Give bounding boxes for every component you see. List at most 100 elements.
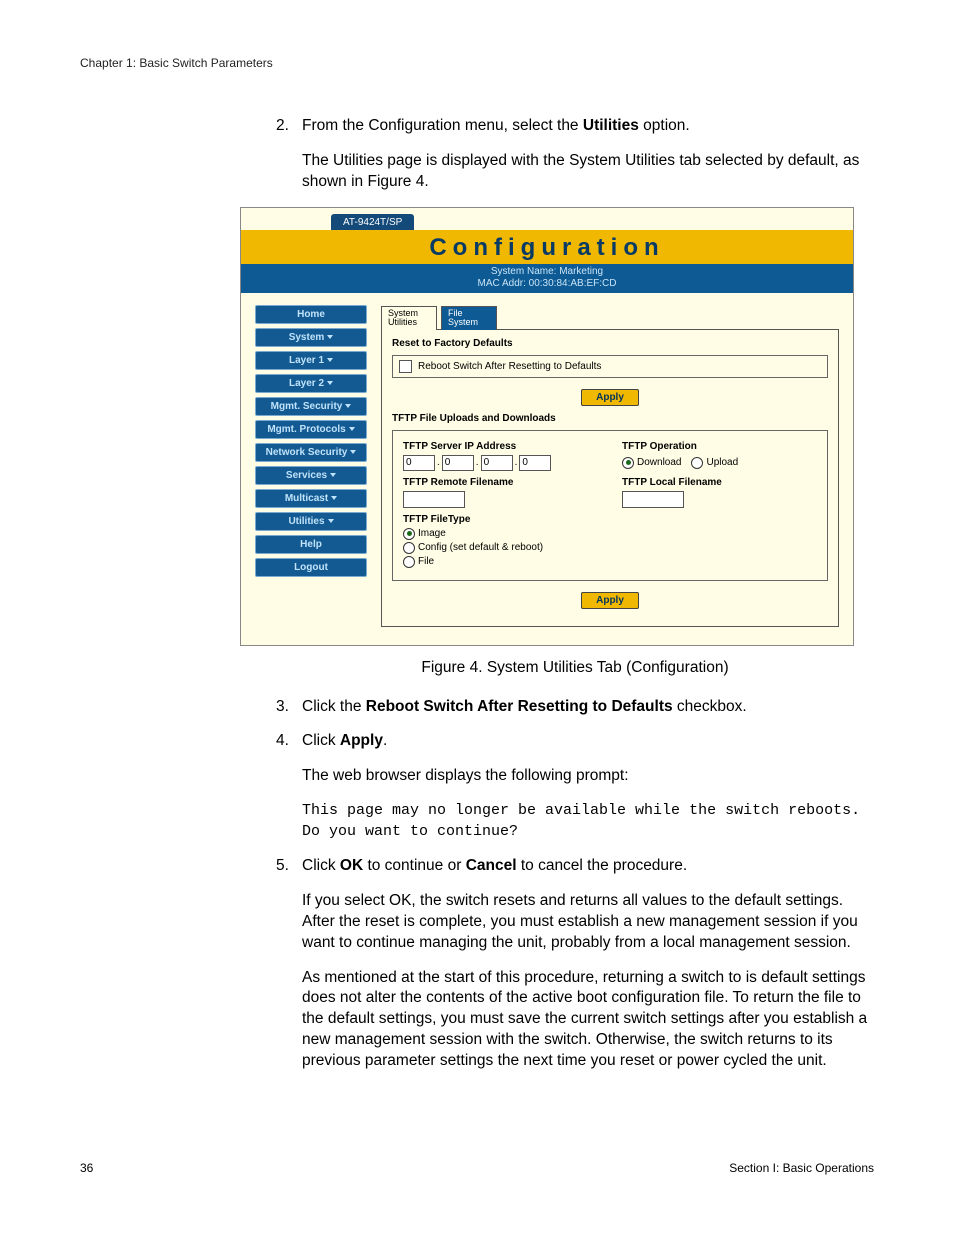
sub-tabs: System Utilities File System bbox=[381, 305, 839, 329]
tftp-ip-row: . . . bbox=[403, 455, 598, 471]
tftp-filetype-label: TFTP FileType bbox=[403, 514, 598, 525]
tftp-box: TFTP Server IP Address . . . bbox=[392, 430, 828, 581]
apply-button-tftp[interactable]: Apply bbox=[581, 592, 639, 609]
figure-caption: Figure 4. System Utilities Tab (Configur… bbox=[276, 658, 874, 679]
tab-line2: System bbox=[448, 318, 492, 327]
sidebar-item-label: Mgmt. Protocols bbox=[267, 424, 345, 435]
window-tab-row: AT-9424T/SP bbox=[241, 208, 853, 230]
radio-label: Image bbox=[418, 528, 446, 539]
chevron-down-icon bbox=[330, 473, 336, 477]
text: Click bbox=[302, 857, 340, 874]
dot: . bbox=[437, 457, 440, 468]
radio-icon bbox=[622, 457, 634, 469]
sidebar-item-network-security[interactable]: Network Security bbox=[255, 443, 367, 462]
step-2-para: The Utilities page is displayed with the… bbox=[302, 151, 874, 193]
tftp-local-label: TFTP Local Filename bbox=[622, 477, 817, 488]
page-number: 36 bbox=[80, 1161, 93, 1175]
apply-button-reset[interactable]: Apply bbox=[581, 389, 639, 406]
utilities-panel: Reset to Factory Defaults Reboot Switch … bbox=[381, 329, 839, 627]
sidebar: Home System Layer 1 Layer 2 Mgmt. Securi… bbox=[255, 305, 367, 627]
system-name: System Name: Marketing bbox=[241, 266, 853, 278]
tftp-ip-label: TFTP Server IP Address bbox=[403, 441, 598, 452]
sidebar-item-help[interactable]: Help bbox=[255, 535, 367, 554]
text: Click the bbox=[302, 698, 366, 715]
radio-icon bbox=[403, 556, 415, 568]
radio-label: File bbox=[418, 556, 434, 567]
tab-system-utilities[interactable]: System Utilities bbox=[381, 306, 437, 330]
sidebar-item-label: Multicast bbox=[285, 493, 328, 504]
bold: Reboot Switch After Resetting to Default… bbox=[366, 698, 673, 715]
filetype-config-row[interactable]: Config (set default & reboot) bbox=[403, 542, 598, 554]
bold: Utilities bbox=[583, 117, 639, 134]
bold: Apply bbox=[340, 732, 383, 749]
ip-octet-3[interactable] bbox=[481, 455, 513, 471]
text: to continue or bbox=[363, 857, 466, 874]
step-num: 3. bbox=[276, 697, 302, 718]
chevron-down-icon bbox=[327, 381, 333, 385]
chevron-down-icon bbox=[327, 335, 333, 339]
sidebar-item-mgmt-protocols[interactable]: Mgmt. Protocols bbox=[255, 420, 367, 439]
ip-octet-4[interactable] bbox=[519, 455, 551, 471]
radio-icon bbox=[691, 457, 703, 469]
bold: Cancel bbox=[466, 857, 517, 874]
ip-octet-2[interactable] bbox=[442, 455, 474, 471]
reboot-checkbox[interactable] bbox=[399, 360, 412, 373]
chevron-down-icon bbox=[331, 496, 337, 500]
reset-section-title: Reset to Factory Defaults bbox=[392, 338, 828, 349]
sidebar-item-multicast[interactable]: Multicast bbox=[255, 489, 367, 508]
sidebar-item-layer1[interactable]: Layer 1 bbox=[255, 351, 367, 370]
op-download-row[interactable]: Download bbox=[622, 457, 681, 469]
sidebar-item-logout[interactable]: Logout bbox=[255, 558, 367, 577]
step-num: 4. bbox=[276, 731, 302, 752]
chevron-down-icon bbox=[349, 427, 355, 431]
sidebar-item-label: Utilities bbox=[288, 516, 324, 527]
sidebar-item-home[interactable]: Home bbox=[255, 305, 367, 324]
section-label: Section I: Basic Operations bbox=[729, 1161, 874, 1175]
filetype-file-row[interactable]: File bbox=[403, 556, 598, 568]
tftp-remote-label: TFTP Remote Filename bbox=[403, 477, 598, 488]
sidebar-item-layer2[interactable]: Layer 2 bbox=[255, 374, 367, 393]
step-num: 2. bbox=[276, 116, 302, 137]
sidebar-item-label: Layer 2 bbox=[289, 378, 324, 389]
title-bar: Configuration bbox=[241, 230, 853, 264]
text: option. bbox=[639, 117, 690, 134]
reset-row: Reboot Switch After Resetting to Default… bbox=[392, 355, 828, 378]
text: to cancel the procedure. bbox=[517, 857, 688, 874]
dot: . bbox=[476, 457, 479, 468]
page-title: Configuration bbox=[429, 234, 664, 261]
text: checkbox. bbox=[673, 698, 747, 715]
main-panel: System Utilities File System Reset to Fa… bbox=[381, 305, 839, 627]
step-num: 5. bbox=[276, 856, 302, 877]
mac-addr: MAC Addr: 00:30:84:AB:EF:CD bbox=[241, 278, 853, 290]
chevron-down-icon bbox=[328, 519, 334, 523]
sidebar-item-label: System bbox=[289, 332, 325, 343]
dot: . bbox=[515, 457, 518, 468]
text: From the Configuration menu, select the bbox=[302, 117, 583, 134]
chevron-down-icon bbox=[345, 404, 351, 408]
radio-icon bbox=[403, 528, 415, 540]
radio-label: Download bbox=[637, 457, 681, 468]
op-upload-row[interactable]: Upload bbox=[691, 457, 738, 469]
tftp-local-input[interactable] bbox=[622, 491, 684, 508]
sidebar-item-label: Layer 1 bbox=[289, 355, 324, 366]
tftp-op-label: TFTP Operation bbox=[622, 441, 817, 452]
radio-icon bbox=[403, 542, 415, 554]
text: Click bbox=[302, 732, 340, 749]
device-tab[interactable]: AT-9424T/SP bbox=[331, 214, 414, 230]
tftp-section-title: TFTP File Uploads and Downloads bbox=[392, 413, 828, 424]
filetype-image-row[interactable]: Image bbox=[403, 528, 598, 540]
chapter-header: Chapter 1: Basic Switch Parameters bbox=[80, 56, 874, 70]
sidebar-item-mgmt-security[interactable]: Mgmt. Security bbox=[255, 397, 367, 416]
step-3: 3.Click the Reboot Switch After Resettin… bbox=[276, 697, 874, 718]
reboot-checkbox-label: Reboot Switch After Resetting to Default… bbox=[418, 361, 601, 372]
sidebar-item-utilities[interactable]: Utilities bbox=[255, 512, 367, 531]
sidebar-item-label: Services bbox=[286, 470, 327, 481]
chevron-down-icon bbox=[327, 358, 333, 362]
tab-file-system[interactable]: File System bbox=[441, 306, 497, 330]
sidebar-item-system[interactable]: System bbox=[255, 328, 367, 347]
ip-octet-1[interactable] bbox=[403, 455, 435, 471]
sidebar-item-label: Mgmt. Security bbox=[271, 401, 343, 412]
step-4-code: This page may no longer be available whi… bbox=[302, 801, 874, 842]
sidebar-item-services[interactable]: Services bbox=[255, 466, 367, 485]
tftp-remote-input[interactable] bbox=[403, 491, 465, 508]
